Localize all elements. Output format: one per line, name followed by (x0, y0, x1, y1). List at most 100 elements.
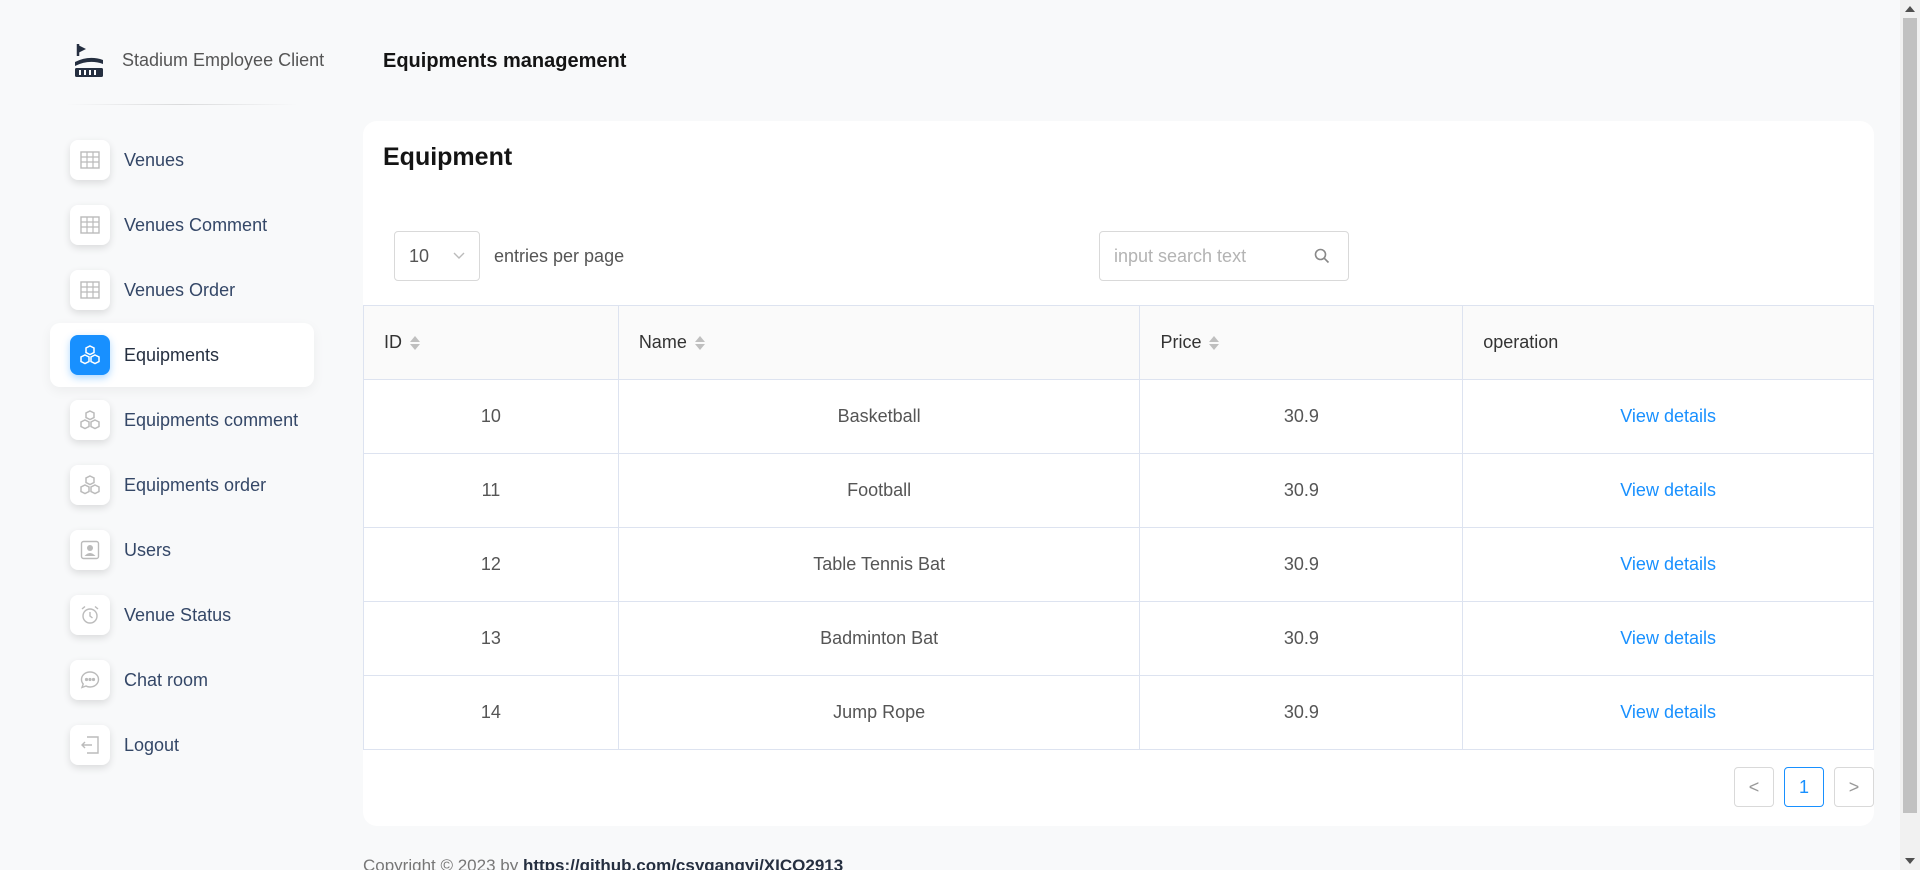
cell-price: 30.9 (1139, 675, 1464, 750)
view-details-link[interactable]: View details (1620, 480, 1716, 500)
sidebar-item-label: Equipments (124, 344, 220, 365)
pagination: < 1 > (1724, 767, 1874, 807)
alarm-icon (70, 595, 110, 635)
sidebar-item-label: Users (124, 539, 172, 560)
equipment-card: Equipment 10 entries per page ID Name Pr… (363, 121, 1874, 826)
cubes-icon (70, 335, 110, 375)
column-header-operation: operation (1462, 305, 1874, 380)
prev-page-button[interactable]: < (1734, 767, 1774, 807)
equipment-table: ID Name Price operation 10 Basketball 30… (363, 305, 1874, 750)
per-page-label: entries per page (494, 245, 625, 266)
sidebar-item-label: Venues Order (124, 279, 236, 300)
stadium-logo-icon (75, 44, 103, 77)
table-icon (70, 140, 110, 180)
sidebar-item-label: Logout (124, 734, 180, 755)
sidebar-item-logout[interactable]: Logout (50, 713, 314, 777)
sidebar-item-label: Equipments comment (124, 409, 299, 430)
column-header-name[interactable]: Name (617, 305, 1141, 380)
sort-icon[interactable] (694, 336, 705, 351)
cell-price: 30.9 (1139, 453, 1464, 528)
logout-icon (70, 725, 110, 765)
cell-price: 30.9 (1139, 527, 1464, 602)
brand-divider (66, 104, 298, 105)
cell-id: 11 (363, 453, 619, 528)
scroll-up-icon[interactable] (1905, 6, 1915, 12)
scroll-thumb[interactable] (1903, 18, 1917, 813)
per-page-value: 10 (409, 245, 430, 266)
sidebar-item-label: Venues (124, 149, 185, 170)
sort-icon[interactable] (1209, 336, 1220, 351)
cell-price: 30.9 (1139, 601, 1464, 676)
user-icon (70, 530, 110, 570)
sidebar-item-label: Venue Status (124, 604, 232, 625)
cell-name: Basketball (617, 379, 1141, 454)
table-row: 11 Football 30.9 View details (363, 453, 1874, 528)
sidebar-item-venues-order[interactable]: Venues Order (50, 258, 314, 322)
column-label: operation (1483, 332, 1559, 352)
scrollbar[interactable] (1900, 0, 1920, 870)
page-title: Equipments management (383, 50, 627, 72)
sidebar-item-venue-status[interactable]: Venue Status (50, 583, 314, 647)
cubes-icon (70, 465, 110, 505)
cell-id: 13 (363, 601, 619, 676)
table-header-row: ID Name Price operation (363, 305, 1874, 380)
sidebar-item-label: Equipments order (124, 474, 267, 495)
entries-per-page: 10 entries per page (394, 231, 624, 281)
brand[interactable]: Stadium Employee Client (72, 40, 324, 80)
sidebar: Stadium Employee Client Venues Venues Co… (0, 0, 330, 870)
view-details-link[interactable]: View details (1620, 554, 1716, 574)
chat-icon (70, 660, 110, 700)
sidebar-item-equipments-comment[interactable]: Equipments comment (50, 388, 314, 452)
sidebar-item-venues-comment[interactable]: Venues Comment (50, 193, 314, 257)
sidebar-item-label: Venues Comment (124, 214, 268, 235)
cell-name: Football (617, 453, 1141, 528)
search-input[interactable] (1114, 245, 1314, 267)
next-page-button[interactable]: > (1834, 767, 1874, 807)
cubes-icon (70, 400, 110, 440)
view-details-link[interactable]: View details (1620, 406, 1716, 426)
cell-name: Table Tennis Bat (617, 527, 1141, 602)
per-page-select[interactable]: 10 (394, 231, 480, 281)
column-label: Price (1160, 332, 1202, 352)
search-icon[interactable] (1314, 248, 1330, 264)
cell-id: 10 (363, 379, 619, 454)
search-box (1099, 231, 1349, 281)
chevron-down-icon (453, 252, 465, 259)
sidebar-item-venues[interactable]: Venues (50, 128, 314, 192)
page-button-current[interactable]: 1 (1784, 767, 1824, 807)
table-row: 10 Basketball 30.9 View details (363, 379, 1874, 454)
cell-price: 30.9 (1139, 379, 1464, 454)
footer-link[interactable]: https://github.com/csygangyi/XICO2913 (523, 856, 843, 870)
sidebar-nav: Venues Venues Comment Venues Order Equip… (50, 128, 314, 778)
table-row: 12 Table Tennis Bat 30.9 View details (363, 527, 1874, 602)
table-row: 14 Jump Rope 30.9 View details (363, 675, 1874, 750)
sidebar-item-chat-room[interactable]: Chat room (50, 648, 314, 712)
table-icon (70, 270, 110, 310)
cell-name: Badminton Bat (617, 601, 1141, 676)
card-title: Equipment (383, 143, 513, 171)
brand-title: Stadium Employee Client (122, 49, 325, 70)
sidebar-item-label: Chat room (124, 669, 209, 690)
table-icon (70, 205, 110, 245)
cell-id: 14 (363, 675, 619, 750)
table-row: 13 Badminton Bat 30.9 View details (363, 601, 1874, 676)
column-header-id[interactable]: ID (363, 305, 619, 380)
sort-icon[interactable] (410, 336, 420, 351)
cell-name: Jump Rope (617, 675, 1141, 750)
footer: Copyright © 2023 by https://github.com/c… (363, 856, 843, 870)
footer-text: Copyright © 2023 by (363, 856, 523, 870)
cell-operation: View details (1462, 527, 1874, 602)
column-label: Name (638, 332, 687, 352)
sidebar-item-equipments-order[interactable]: Equipments order (50, 453, 314, 517)
cell-operation: View details (1462, 601, 1874, 676)
cell-operation: View details (1462, 675, 1874, 750)
cell-operation: View details (1462, 379, 1874, 454)
column-header-price[interactable]: Price (1139, 305, 1464, 380)
view-details-link[interactable]: View details (1620, 628, 1716, 648)
scroll-down-icon[interactable] (1905, 858, 1915, 864)
view-details-link[interactable]: View details (1620, 702, 1716, 722)
sidebar-item-users[interactable]: Users (50, 518, 314, 582)
cell-id: 12 (363, 527, 619, 602)
cell-operation: View details (1462, 453, 1874, 528)
sidebar-item-equipments[interactable]: Equipments (50, 323, 314, 387)
